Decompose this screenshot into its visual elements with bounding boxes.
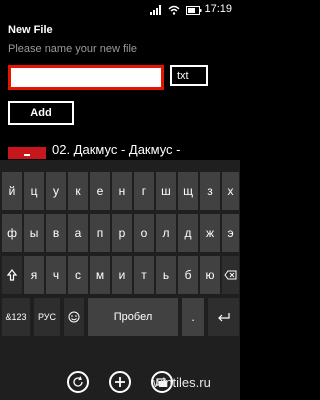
key[interactable]: й bbox=[2, 172, 22, 210]
key[interactable]: ц bbox=[24, 172, 44, 210]
numbers-key[interactable]: &123 bbox=[2, 298, 30, 336]
key[interactable]: п bbox=[90, 214, 110, 252]
key[interactable]: н bbox=[112, 172, 132, 210]
key[interactable]: з bbox=[200, 172, 220, 210]
page-title: New File bbox=[8, 24, 53, 36]
space-key[interactable]: Пробел bbox=[88, 298, 178, 336]
key[interactable]: я bbox=[24, 256, 44, 294]
file-name-input[interactable] bbox=[8, 65, 164, 90]
key[interactable]: б bbox=[178, 256, 198, 294]
key[interactable]: с bbox=[68, 256, 88, 294]
key[interactable]: р bbox=[112, 214, 132, 252]
key[interactable]: ч bbox=[46, 256, 66, 294]
key[interactable]: э bbox=[222, 214, 239, 252]
key[interactable]: а bbox=[68, 214, 88, 252]
extension-field[interactable]: txt bbox=[170, 65, 208, 86]
key[interactable]: о bbox=[134, 214, 154, 252]
wifi-icon bbox=[168, 5, 180, 15]
status-icons bbox=[150, 4, 202, 16]
key[interactable]: е bbox=[90, 172, 110, 210]
key[interactable]: и bbox=[112, 256, 132, 294]
shift-icon bbox=[7, 269, 17, 281]
add-file-button[interactable] bbox=[109, 371, 131, 393]
key[interactable]: г bbox=[134, 172, 154, 210]
refresh-icon bbox=[73, 376, 83, 387]
period-key[interactable]: . bbox=[182, 298, 204, 336]
key[interactable]: л bbox=[156, 214, 176, 252]
key[interactable]: ы bbox=[24, 214, 44, 252]
add-icon bbox=[115, 377, 125, 387]
list-item[interactable]: 02. Дакмус - Дакмус - bbox=[0, 139, 240, 159]
language-key[interactable]: РУС bbox=[34, 298, 60, 336]
backspace-key[interactable] bbox=[222, 256, 239, 294]
file-name-label: 02. Дакмус - Дакмус - bbox=[52, 142, 181, 157]
key[interactable]: в bbox=[46, 214, 66, 252]
file-thumbnail bbox=[8, 147, 46, 159]
key[interactable]: т bbox=[134, 256, 154, 294]
key[interactable]: ж bbox=[200, 214, 220, 252]
refresh-button[interactable] bbox=[67, 371, 89, 393]
key[interactable]: к bbox=[68, 172, 88, 210]
status-bar: 17:19 bbox=[0, 0, 240, 20]
on-screen-keyboard: й ц у к е н г ш щ з х ф ы в а п р о л д … bbox=[0, 160, 240, 366]
emoji-key[interactable] bbox=[64, 298, 84, 336]
shift-key[interactable] bbox=[2, 256, 22, 294]
watermark: wintiles.ru bbox=[153, 375, 211, 390]
enter-icon bbox=[217, 313, 230, 322]
key[interactable]: ф bbox=[2, 214, 22, 252]
page-subtitle: Please name your new file bbox=[8, 43, 138, 55]
key[interactable]: у bbox=[46, 172, 66, 210]
backspace-icon bbox=[224, 270, 237, 280]
clock: 17:19 bbox=[204, 3, 232, 15]
battery-icon bbox=[186, 5, 202, 15]
key[interactable]: ь bbox=[156, 256, 176, 294]
key[interactable]: м bbox=[90, 256, 110, 294]
add-button[interactable]: Add bbox=[8, 101, 74, 125]
signal-icon bbox=[150, 5, 162, 15]
smiley-icon bbox=[68, 311, 80, 323]
key[interactable]: щ bbox=[178, 172, 198, 210]
key[interactable]: д bbox=[178, 214, 198, 252]
enter-key[interactable] bbox=[208, 298, 239, 336]
key[interactable]: х bbox=[222, 172, 239, 210]
key[interactable]: ю bbox=[200, 256, 220, 294]
key[interactable]: ш bbox=[156, 172, 176, 210]
